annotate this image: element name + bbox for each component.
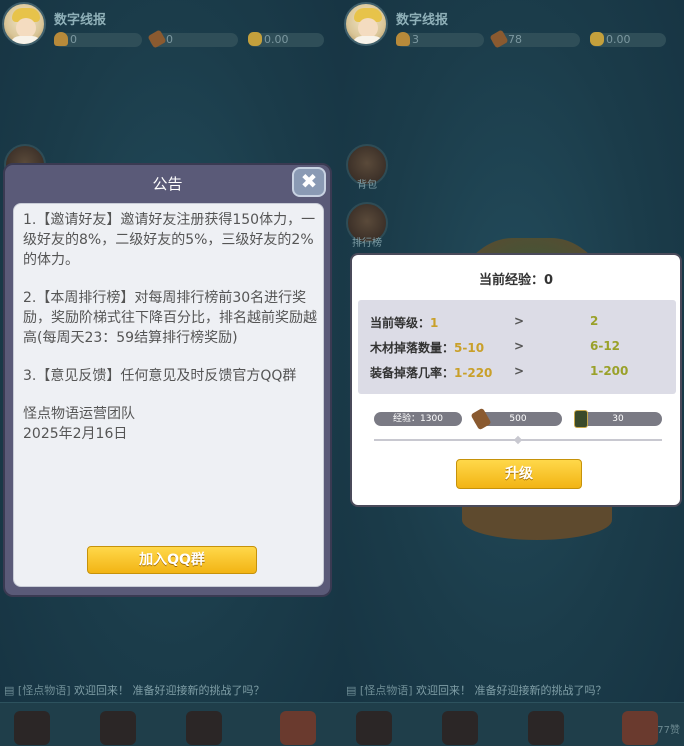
announcement-dialog: 公告 ✖ 1.【邀请好友】邀请好友注册获得150体力，一级好友的8%，二级好友的… [3, 163, 332, 597]
stat-arrow: > [514, 314, 525, 328]
nav-ship-icon[interactable] [100, 711, 136, 745]
nav-cauldron-icon[interactable] [186, 711, 222, 745]
announcement-item-feedback: 3.【意见反馈】任何意见及时反馈官方QQ群 [23, 368, 297, 384]
stat-arrow: > [514, 364, 525, 378]
chat-message: 欢迎回来！ 准备好迎接新的挑战了吗？ [74, 684, 265, 697]
wood-icon [147, 29, 167, 49]
announcement-signature: 怪点物语运营团队 [23, 406, 135, 422]
stat-next: 1-200 [590, 364, 629, 378]
stat-current: 1 [430, 316, 439, 330]
cost-wood: 500 [470, 407, 562, 431]
chat-icon: ▤ [346, 684, 357, 697]
strength-value: 0 [70, 33, 77, 46]
gold-value: 0.00 [606, 33, 631, 46]
player-name: 数字线报 [54, 13, 107, 28]
stat-next: 2 [590, 314, 599, 328]
player-name: 数字线报 [396, 13, 449, 28]
stat-label: 当前等级： [370, 316, 431, 330]
cost-scroll-value: 30 [612, 414, 624, 424]
join-qq-group-button[interactable]: 加入QQ群 [87, 546, 257, 574]
announcement-date: 2025年2月16日 [23, 426, 128, 442]
wood-value: 78 [508, 33, 522, 46]
bottom-nav: 77赞 [342, 702, 684, 746]
gold-counter: 0.00 [248, 32, 324, 47]
chat-message: 欢迎回来！ 准备好迎接新的挑战了吗？ [416, 684, 607, 697]
strength-counter: 0 [54, 32, 142, 47]
avatar[interactable] [344, 2, 388, 46]
left-game-view: 数字线报 0 0 0.00 ▤ [怪点物语] 欢迎回来！ 准备好迎接新的挑战了吗… [0, 0, 342, 746]
ranking-label: 排行榜 [352, 238, 382, 249]
bag-label: 背包 [357, 180, 377, 191]
stat-current: 1-220 [454, 366, 493, 380]
gift-icon[interactable] [280, 711, 316, 745]
current-exp-label: 当前经验： [478, 273, 544, 288]
strength-icon [54, 32, 68, 46]
nav-bag-icon[interactable] [356, 711, 392, 745]
nav-cauldron-icon[interactable] [528, 711, 564, 745]
upgrade-dialog: 当前经验：0 当前等级：1 > 2 木材掉落数量：5-10 > 6-12 装备掉… [350, 253, 682, 507]
stat-row-level: 当前等级：1 > 2 [358, 314, 676, 338]
chat-ticker[interactable]: ▤ [怪点物语] 欢迎回来！ 准备好迎接新的挑战了吗？ [0, 682, 342, 700]
dialog-title: 公告 [152, 175, 183, 193]
gift-icon[interactable] [622, 711, 658, 745]
strength-value: 3 [412, 33, 419, 46]
avatar[interactable] [2, 2, 46, 46]
upgrade-button[interactable]: 升级 [456, 459, 582, 489]
cost-scroll: 30 [574, 410, 662, 428]
watermark: 77赞 [657, 725, 680, 736]
wood-counter: 78 [489, 29, 580, 49]
chat-tag: [怪点物语] [359, 684, 413, 697]
announcement-item-ranking: 2.【本周排行榜】对每周排行榜前30名进行奖励，奖励阶梯式往下降百分比，排名越前… [23, 290, 317, 346]
close-icon[interactable]: ✖ [292, 167, 326, 197]
gold-icon [248, 32, 262, 46]
announcement-body: 1.【邀请好友】邀请好友注册获得150体力，一级好友的8%，二级好友的5%，三级… [13, 203, 324, 587]
chat-ticker[interactable]: ▤ [怪点物语] 欢迎回来！ 准备好迎接新的挑战了吗？ [342, 682, 684, 700]
chat-icon: ▤ [4, 684, 15, 697]
stat-arrow: > [514, 339, 525, 353]
chat-tag: [怪点物语] [17, 684, 71, 697]
stat-label: 木材掉落数量： [370, 341, 455, 355]
wood-value: 0 [166, 33, 173, 46]
cost-exp: 经验：1300 [374, 412, 462, 426]
bottom-nav [0, 702, 342, 746]
upgrade-stats: 当前等级：1 > 2 木材掉落数量：5-10 > 6-12 装备掉落几率：1-2… [358, 300, 676, 394]
scroll-icon [574, 410, 588, 428]
wood-icon [489, 29, 509, 49]
stat-current: 5-10 [454, 341, 485, 355]
strength-icon [396, 32, 410, 46]
stat-next: 6-12 [590, 339, 621, 353]
cost-wood-value: 500 [509, 414, 527, 424]
current-exp-value: 0 [543, 273, 554, 288]
current-exp: 当前经验：0 [352, 269, 680, 288]
gold-icon [590, 32, 604, 46]
gold-value: 0.00 [264, 33, 289, 46]
stat-row-equip-drop: 装备掉落几率：1-220 > 1-200 [358, 364, 676, 388]
announcement-item-invite: 1.【邀请好友】邀请好友注册获得150体力，一级好友的8%，二级好友的5%，三级… [23, 212, 316, 268]
divider [374, 435, 662, 445]
gold-counter: 0.00 [590, 32, 666, 47]
wood-counter: 0 [147, 29, 238, 49]
stat-label: 装备掉落几率： [370, 366, 455, 380]
wood-icon [470, 407, 492, 431]
nav-bag-icon[interactable] [14, 711, 50, 745]
strength-counter: 3 [396, 32, 484, 47]
stat-row-wood-drop: 木材掉落数量：5-10 > 6-12 [358, 339, 676, 363]
nav-ship-icon[interactable] [442, 711, 478, 745]
